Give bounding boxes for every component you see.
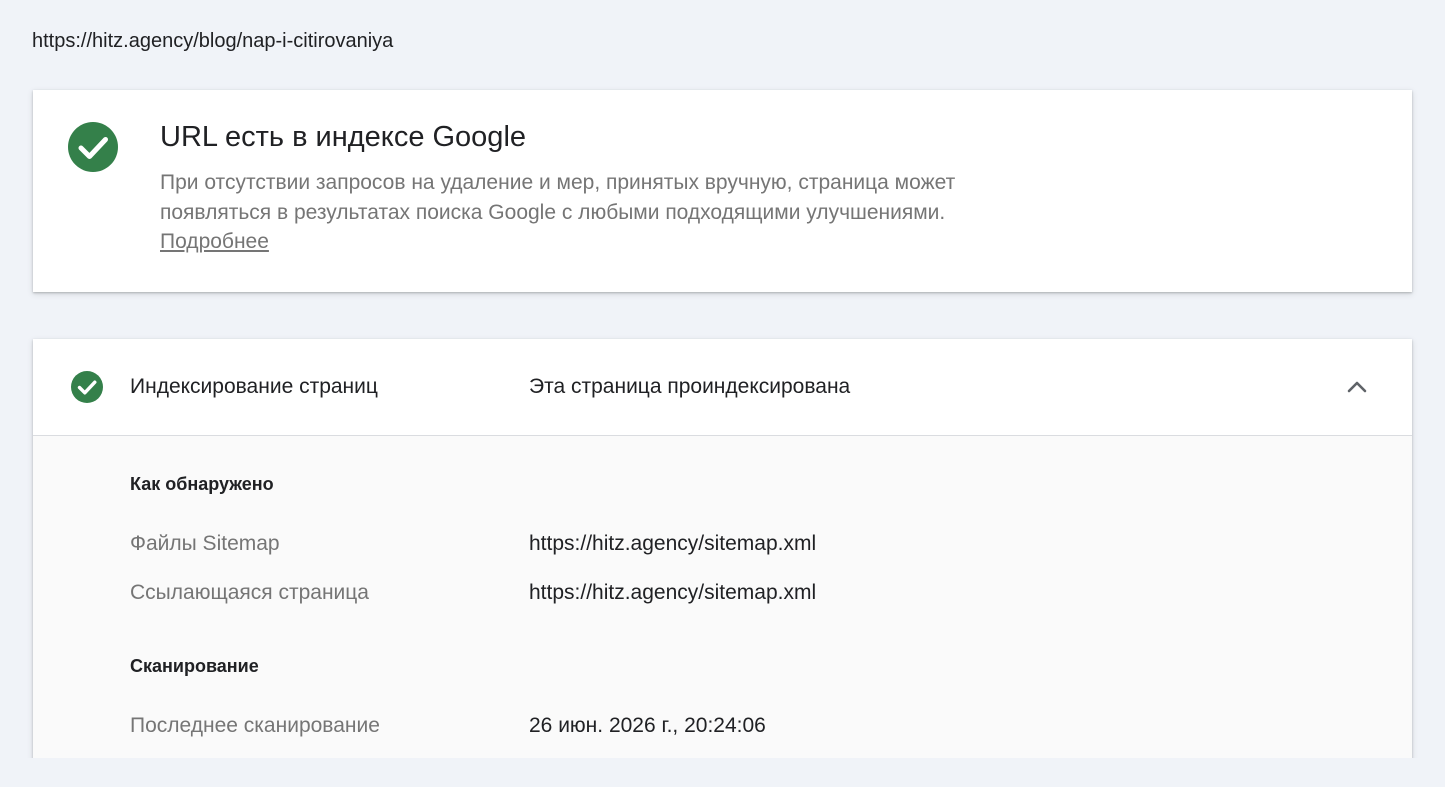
last-crawl-value: 26 июн. 2026 г., 20:24:06 [529,714,766,737]
sitemap-label: Файлы Sitemap [130,532,280,555]
referring-page-value: https://hitz.agency/sitemap.xml [529,581,817,604]
referring-page-label: Ссылающаяся страница [130,581,369,604]
page-indexing-card: Индексирование страниц Эта страница прои… [33,339,1412,769]
learn-more-link[interactable]: Подробнее [160,227,269,257]
discovery-heading: Как обнаружено [130,474,274,494]
check-circle-icon [71,371,103,403]
last-crawl-label: Последнее сканирование [130,714,380,737]
sitemap-value: https://hitz.agency/sitemap.xml [529,532,817,555]
page-indexing-details: Как обнаружено Файлы Sitemap https://hit… [33,436,1412,769]
summary-description: При отсутствии запросов на удаление и ме… [160,168,1060,228]
page-bottom-background [0,758,1445,787]
page-url: https://hitz.agency/blog/nap-i-citirovan… [32,30,394,52]
check-circle-icon [68,122,118,172]
page-indexing-header[interactable]: Индексирование страниц Эта страница прои… [33,339,1412,436]
summary-description-line-2: появляться в результатах поиска Google с… [160,201,946,224]
crawl-heading: Сканирование [130,656,259,676]
page-indexing-status: Эта страница проиндексирована [529,375,851,398]
chevron-up-icon[interactable] [1343,373,1371,401]
index-summary-card: URL есть в индексе Google При отсутствии… [33,90,1412,292]
summary-description-line-1: При отсутствии запросов на удаление и ме… [160,171,956,194]
summary-title: URL есть в индексе Google [160,121,527,153]
page-indexing-title: Индексирование страниц [130,375,378,398]
